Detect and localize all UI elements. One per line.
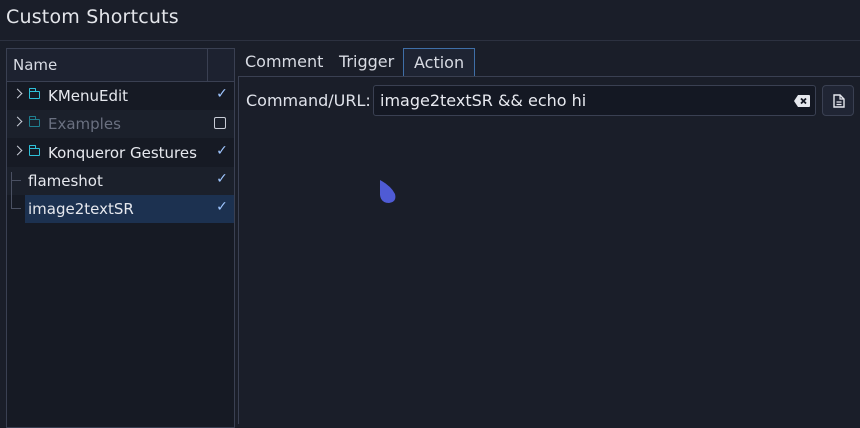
checkmark-icon[interactable]: ✓ [216, 172, 228, 186]
tree-item-label: Konqueror Gestures [48, 144, 197, 162]
clear-text-icon[interactable] [793, 93, 811, 107]
checkmark-icon[interactable]: ✓ [216, 200, 228, 214]
tree-item-kmenuedit[interactable]: KMenuEdit ✓ [7, 82, 234, 110]
mouse-cursor-icon [377, 177, 397, 205]
title-divider [0, 40, 860, 41]
expand-arrow-icon[interactable] [12, 88, 23, 99]
tree-item-label: flameshot [28, 172, 103, 190]
folder-icon [28, 116, 40, 127]
checkmark-icon[interactable]: ✓ [216, 87, 228, 101]
column-divider [207, 49, 208, 81]
tab-label: Comment [245, 52, 324, 71]
command-url-label: Command/URL: [246, 91, 371, 110]
tree-item-image2textsr[interactable]: image2textSR ✓ [25, 195, 234, 223]
tree-branch-line [11, 172, 12, 208]
column-header-name[interactable]: Name [13, 56, 57, 74]
tree-branch-line [11, 208, 21, 209]
tab-action[interactable]: Action [403, 48, 475, 76]
tree-item-konqueror-gestures[interactable]: Konqueror Gestures ✓ [7, 139, 234, 167]
browse-file-button[interactable] [822, 85, 854, 116]
tree-item-examples[interactable]: Examples [7, 110, 234, 138]
tree-header: Name [7, 49, 234, 82]
unchecked-checkbox[interactable] [214, 117, 226, 129]
tab-comment[interactable]: Comment [245, 48, 331, 76]
tree-branch-line [11, 180, 21, 181]
window-title: Custom Shortcuts [6, 6, 179, 28]
document-icon [833, 94, 845, 108]
folder-icon [28, 145, 40, 156]
checkmark-icon[interactable]: ✓ [216, 144, 228, 158]
tree-item-label: image2textSR [28, 200, 134, 218]
shortcuts-tree[interactable]: Name KMenuEdit ✓ Examples Konqueror Gest… [6, 48, 235, 428]
folder-icon [28, 88, 40, 99]
tree-item-flameshot[interactable]: flameshot ✓ [7, 167, 234, 195]
tree-item-label: Examples [48, 115, 121, 133]
expand-arrow-icon[interactable] [12, 145, 23, 156]
tab-label: Action [414, 53, 465, 72]
command-url-input[interactable] [373, 85, 816, 116]
tree-item-label: KMenuEdit [48, 87, 129, 105]
tab-trigger[interactable]: Trigger [339, 48, 399, 76]
expand-arrow-icon[interactable] [12, 116, 23, 127]
tab-label: Trigger [339, 52, 395, 71]
action-panel [238, 76, 860, 424]
